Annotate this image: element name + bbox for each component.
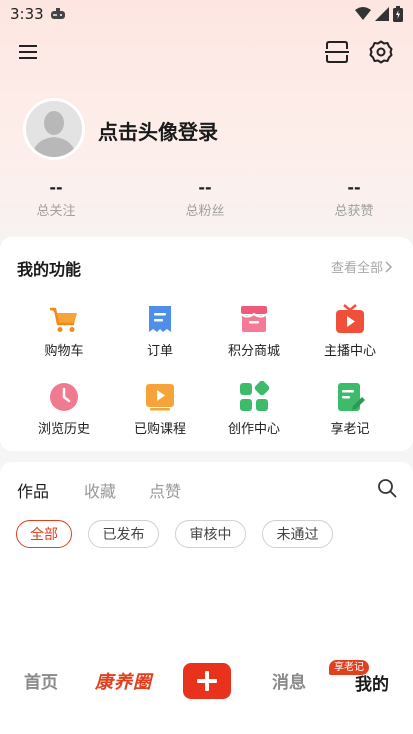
bottom-nav: 首页 康养圈 消息 享老记 我的 bbox=[0, 648, 413, 734]
func-purchased-courses[interactable]: 已购课程 bbox=[115, 381, 205, 437]
tv-play-icon bbox=[336, 304, 364, 333]
menu-button[interactable] bbox=[14, 38, 42, 66]
filter-rejected[interactable]: 未通过 bbox=[262, 520, 333, 548]
filter-all[interactable]: 全部 bbox=[16, 520, 72, 548]
default-avatar-icon bbox=[26, 101, 82, 157]
stat-value: -- bbox=[347, 178, 361, 197]
func-label: 积分商城 bbox=[227, 344, 280, 359]
create-post-button[interactable] bbox=[183, 663, 231, 699]
view-all-label: 查看全部 bbox=[330, 261, 383, 276]
filter-published[interactable]: 已发布 bbox=[88, 520, 159, 548]
avatar[interactable] bbox=[23, 98, 85, 160]
stat-following[interactable]: -- 总关注 bbox=[6, 178, 106, 219]
filter-reviewing[interactable]: 审核中 bbox=[175, 520, 246, 548]
func-label: 订单 bbox=[146, 344, 173, 359]
nav-home[interactable]: 首页 bbox=[24, 668, 58, 693]
status-time: 3:33 bbox=[10, 5, 44, 23]
search-icon[interactable] bbox=[377, 478, 397, 498]
func-label: 主播中心 bbox=[323, 344, 376, 359]
tab-favorites[interactable]: 收藏 bbox=[84, 478, 116, 502]
battery-icon bbox=[393, 6, 403, 22]
func-label: 已购课程 bbox=[133, 422, 186, 437]
store-icon bbox=[240, 306, 268, 332]
scan-icon bbox=[325, 41, 349, 63]
works-card: 作品 收藏 点赞 全部 已发布 审核中 未通过 bbox=[0, 462, 413, 662]
func-browse-history[interactable]: 浏览历史 bbox=[19, 381, 109, 437]
func-creation-center[interactable]: 创作中心 bbox=[209, 381, 299, 437]
status-icons bbox=[355, 6, 403, 22]
func-label: 浏览历史 bbox=[37, 422, 90, 437]
stat-value: -- bbox=[198, 178, 212, 197]
status-bar: 3:33 bbox=[0, 0, 413, 28]
plus-icon bbox=[197, 671, 217, 691]
stat-label: 总获赞 bbox=[334, 204, 374, 219]
func-label: 购物车 bbox=[44, 344, 84, 359]
shopping-cart-icon bbox=[50, 307, 77, 332]
tab-works[interactable]: 作品 bbox=[17, 478, 49, 502]
stat-followers[interactable]: -- 总粉丝 bbox=[155, 178, 255, 219]
view-all-link[interactable]: 查看全部 bbox=[331, 257, 393, 276]
wifi-icon bbox=[355, 7, 371, 20]
nav-messages[interactable]: 消息 bbox=[272, 668, 306, 693]
stat-label: 总关注 bbox=[36, 204, 76, 219]
order-icon bbox=[149, 306, 171, 332]
stat-likes[interactable]: -- 总获赞 bbox=[304, 178, 404, 219]
func-shopping-cart[interactable]: 购物车 bbox=[19, 303, 109, 359]
scan-button[interactable] bbox=[323, 38, 351, 66]
tab-likes[interactable]: 点赞 bbox=[149, 478, 181, 502]
func-orders[interactable]: 订单 bbox=[115, 303, 205, 359]
functions-card: 我的功能 查看全部 购物车 订单 积分商城 主播中心 浏览历史 已购课程 创作中… bbox=[0, 237, 413, 451]
clock-icon bbox=[50, 383, 78, 411]
gamepad-icon bbox=[50, 8, 65, 19]
note-edit-icon bbox=[338, 383, 365, 411]
login-prompt[interactable]: 点击头像登录 bbox=[98, 116, 218, 145]
chevron-right-icon bbox=[385, 260, 393, 273]
nav-mine[interactable]: 我的 bbox=[355, 670, 389, 695]
signal-icon bbox=[375, 7, 389, 21]
func-points-mall[interactable]: 积分商城 bbox=[209, 303, 299, 359]
settings-button[interactable] bbox=[367, 38, 395, 66]
func-label: 创作中心 bbox=[227, 422, 280, 437]
gear-icon bbox=[369, 40, 393, 64]
func-label: 享老记 bbox=[330, 422, 370, 437]
func-xianglaoji[interactable]: 享老记 bbox=[305, 381, 395, 437]
stat-value: -- bbox=[49, 178, 63, 197]
func-anchor-center[interactable]: 主播中心 bbox=[305, 303, 395, 359]
nav-kangyangquan[interactable]: 康养圈 bbox=[95, 668, 152, 694]
functions-title: 我的功能 bbox=[17, 260, 82, 279]
grid-icon bbox=[240, 381, 270, 411]
video-play-icon bbox=[146, 384, 174, 411]
stat-label: 总粉丝 bbox=[185, 204, 225, 219]
menu-icon bbox=[19, 45, 37, 59]
